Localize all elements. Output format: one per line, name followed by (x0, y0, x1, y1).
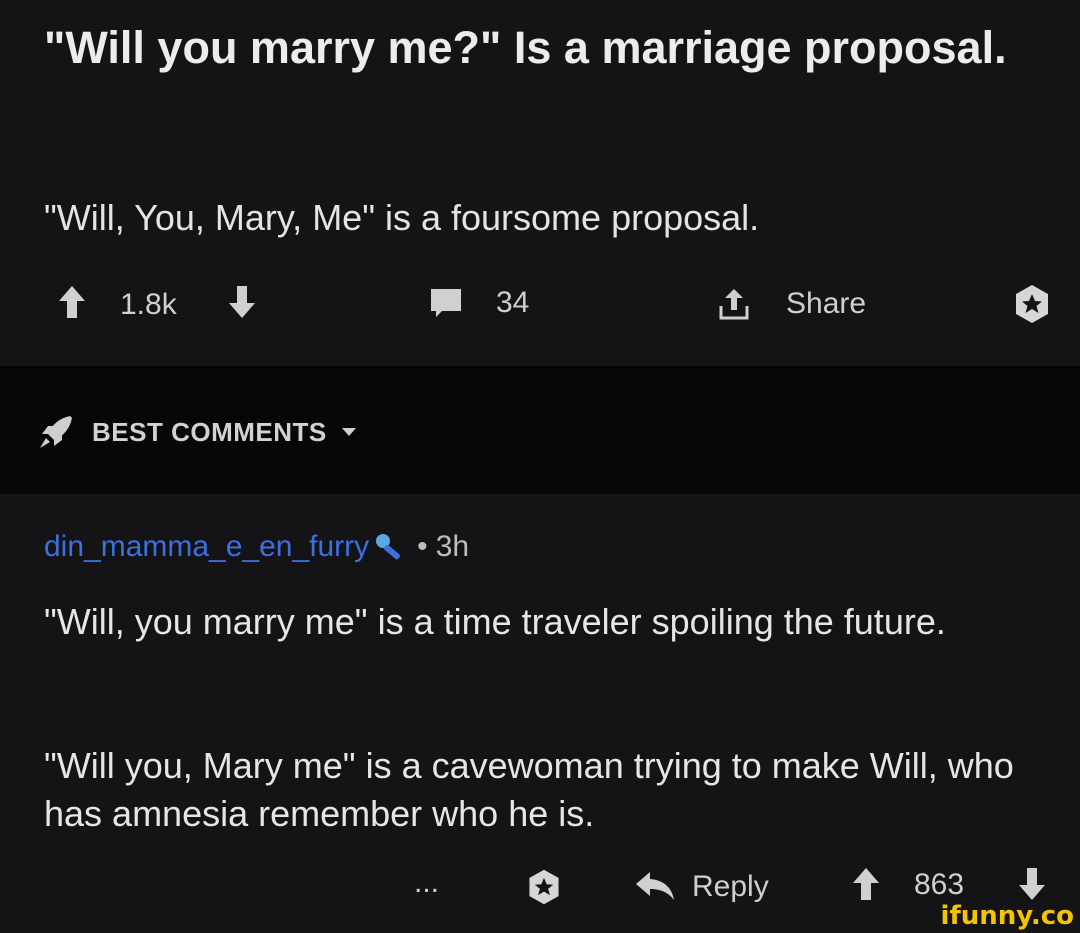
reply-button[interactable]: Reply (634, 870, 769, 904)
comment-score: 863 (914, 868, 965, 901)
reply-label: Reply (692, 870, 769, 903)
comment-paragraph: "Will, you marry me" is a time traveler … (44, 601, 946, 642)
comment-bubble-icon (431, 289, 461, 317)
more-options-button[interactable]: ... (414, 866, 439, 900)
post-title[interactable]: "Will you marry me?" Is a marriage propo… (44, 18, 1044, 78)
post-action-bar: 1.8k 34 Share (0, 280, 1080, 330)
comment-timestamp: 3h (435, 530, 470, 563)
downvote-arrow-icon (229, 286, 255, 318)
upvote-arrow-icon (853, 868, 879, 900)
post-upvote-count: 1.8k (120, 288, 177, 321)
share-button[interactable]: Share (716, 286, 866, 322)
upvote-arrow-icon (59, 286, 85, 318)
reply-arrow-icon (636, 872, 674, 900)
post-card: "Will you marry me?" Is a marriage propo… (0, 0, 1080, 366)
comment-upvote-button[interactable] (852, 866, 880, 902)
comment-username[interactable]: din_mamma_e_en_furry (44, 530, 369, 564)
sort-label: BEST COMMENTS (92, 416, 327, 447)
comment-sort-dropdown[interactable]: BEST COMMENTS (36, 412, 359, 452)
downvote-button[interactable] (228, 284, 256, 320)
post-body: "Will, You, Mary, Me" is a foursome prop… (44, 197, 760, 238)
comment-award-button[interactable] (524, 866, 564, 908)
comment-meta: din_mamma_e_en_furry • 3h (44, 530, 469, 564)
ifunny-watermark: ifunny.co (940, 901, 1074, 931)
share-icon (719, 289, 749, 320)
comment-count: 34 (496, 286, 530, 319)
comment-paragraph: "Will you, Mary me" is a cavewoman tryin… (44, 745, 1014, 834)
award-star-icon (1016, 285, 1048, 323)
meta-separator: • (417, 530, 428, 563)
upvote-button[interactable] (58, 284, 86, 320)
comment-downvote-button[interactable] (1018, 866, 1046, 902)
chevron-down-icon (341, 428, 356, 436)
rocket-icon (40, 416, 72, 448)
award-button[interactable] (1010, 282, 1054, 326)
microphone-flair-icon (376, 534, 401, 560)
downvote-arrow-icon (1019, 868, 1045, 900)
comments-button[interactable]: 34 (428, 286, 529, 320)
comment-action-bar: ... Reply 863 (0, 866, 1080, 916)
award-star-icon (529, 869, 559, 905)
share-label: Share (786, 287, 867, 320)
